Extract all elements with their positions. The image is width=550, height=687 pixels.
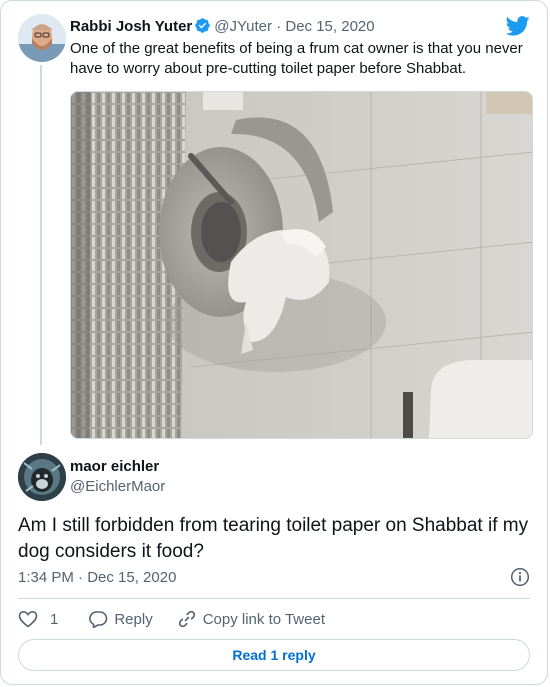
tweet-timestamp[interactable]: 1:34 PM · Dec 15, 2020: [18, 569, 176, 587]
tweet-text: Am I still forbidden from tearing toilet…: [18, 515, 529, 562]
rabbi-josh-yuter-avatar[interactable]: [18, 14, 66, 62]
tweet-author-handle[interactable]: @EichlerMaor: [70, 478, 165, 496]
twitter-bird-icon[interactable]: [505, 16, 530, 41]
tweet-photo[interactable]: [70, 91, 533, 439]
read-replies-button[interactable]: Read 1 reply: [18, 639, 530, 671]
tweet-actions-bar: 1 Reply Copy link to Tweet: [18, 608, 325, 630]
reply-button[interactable]: Reply: [88, 610, 153, 628]
copy-link-button[interactable]: Copy link to Tweet: [177, 609, 325, 629]
actions-divider: [18, 598, 530, 599]
copy-link-label: Copy link to Tweet: [202, 610, 325, 628]
tweet-embed-card: Rabbi Josh Yuter @JYuter · Dec 15, 2020 O…: [0, 0, 548, 685]
photo-of-shredded-toilet-paper-roll: [71, 92, 532, 438]
thread-connector-line: [40, 65, 42, 445]
quoted-author-name[interactable]: Rabbi Josh Yuter: [70, 18, 192, 35]
link-icon: [178, 610, 195, 628]
reply-label: Reply: [114, 610, 153, 628]
separator-dot: ·: [276, 18, 282, 35]
quoted-tweet-text: One of the great benefits of being a fru…: [70, 40, 523, 77]
info-icon[interactable]: [510, 567, 530, 592]
quoted-tweet-date[interactable]: Dec 15, 2020: [285, 18, 374, 35]
heart-icon: [18, 610, 38, 628]
like-count: 1: [50, 610, 59, 628]
verified-badge-icon: [194, 17, 211, 39]
reply-bubble-icon: [89, 611, 108, 628]
quoted-tweet-header: Rabbi Josh Yuter @JYuter · Dec 15, 2020: [70, 17, 375, 39]
quoted-author-handle[interactable]: @JYuter: [214, 18, 272, 35]
tweet-author-name[interactable]: maor eichler: [70, 458, 159, 476]
maor-eichler-avatar[interactable]: [18, 453, 66, 501]
like-button[interactable]: 1: [18, 610, 58, 628]
